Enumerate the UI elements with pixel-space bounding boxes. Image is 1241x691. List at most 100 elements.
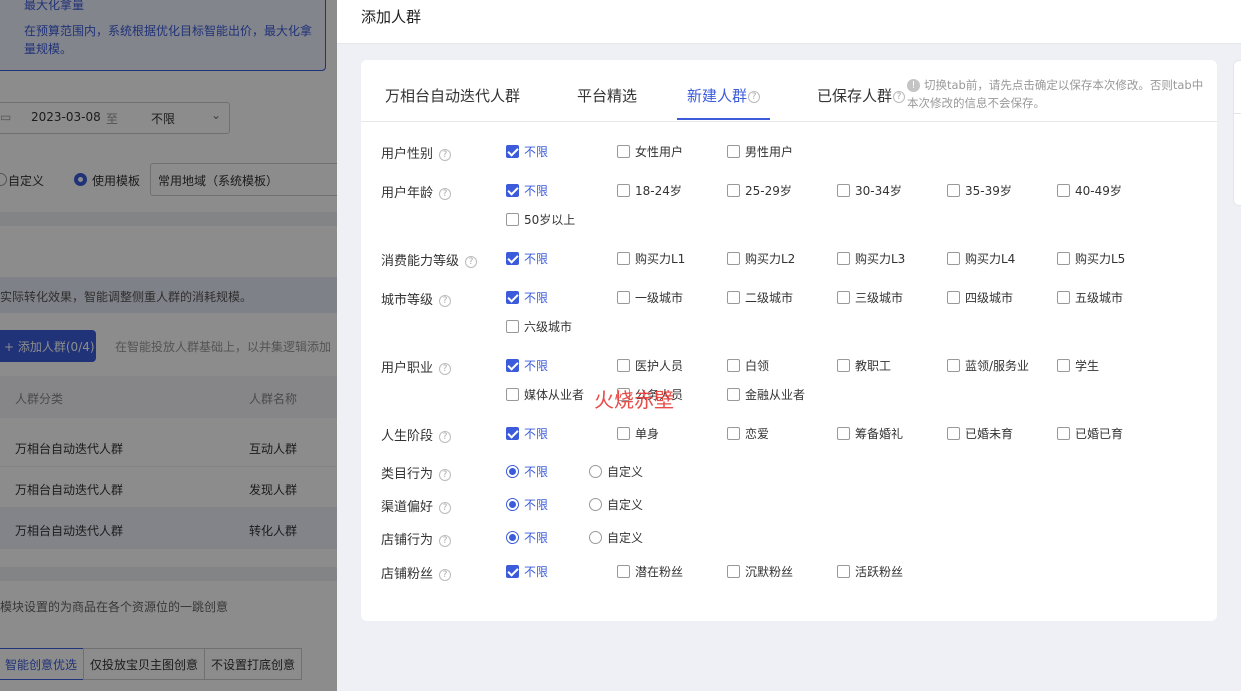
radio-input[interactable] xyxy=(506,531,519,544)
tab-new-crowd[interactable]: 新建人群? xyxy=(677,85,771,120)
checkbox-input[interactable] xyxy=(1057,252,1070,265)
checkbox-input[interactable] xyxy=(727,427,740,440)
checkbox-input[interactable] xyxy=(947,184,960,197)
checkbox-option[interactable]: 蓝领/服务业 xyxy=(947,359,1029,373)
checkbox-option[interactable]: 一级城市 xyxy=(617,291,683,305)
checkbox-input[interactable] xyxy=(837,291,850,304)
checkbox-input[interactable] xyxy=(617,145,630,158)
tab-saved-crowd[interactable]: 已保存人群? xyxy=(817,85,906,120)
checkbox-input[interactable] xyxy=(837,565,850,578)
radio-option[interactable]: 不限 xyxy=(506,531,548,545)
checkbox-input[interactable] xyxy=(727,184,740,197)
checkbox-input[interactable] xyxy=(617,184,630,197)
help-icon[interactable]: ? xyxy=(439,468,452,481)
checkbox-option[interactable]: 不限 xyxy=(506,252,548,266)
checkbox-option[interactable]: 不限 xyxy=(506,565,548,579)
checkbox-option[interactable]: 不限 xyxy=(506,145,548,159)
checkbox-option[interactable]: 五级城市 xyxy=(1057,291,1123,305)
help-icon[interactable]: ? xyxy=(893,91,906,103)
checkbox-input[interactable] xyxy=(1057,291,1070,304)
help-icon[interactable]: ? xyxy=(439,430,452,443)
checkbox-input[interactable] xyxy=(506,388,519,401)
checkbox-input[interactable] xyxy=(506,184,519,197)
checkbox-input[interactable] xyxy=(506,291,519,304)
checkbox-option[interactable]: 活跃粉丝 xyxy=(837,565,903,579)
checkbox-input[interactable] xyxy=(617,291,630,304)
checkbox-option[interactable]: 购买力L5 xyxy=(1057,252,1125,266)
checkbox-option[interactable]: 三级城市 xyxy=(837,291,903,305)
checkbox-option[interactable]: 50岁以上 xyxy=(506,213,575,227)
checkbox-option[interactable]: 不限 xyxy=(506,184,548,198)
radio-input[interactable] xyxy=(589,498,602,511)
checkbox-option[interactable]: 六级城市 xyxy=(506,320,572,334)
radio-input[interactable] xyxy=(506,465,519,478)
checkbox-input[interactable] xyxy=(947,252,960,265)
checkbox-option[interactable]: 不限 xyxy=(506,359,548,373)
checkbox-input[interactable] xyxy=(837,184,850,197)
radio-input[interactable] xyxy=(589,531,602,544)
radio-option[interactable]: 自定义 xyxy=(589,465,643,479)
checkbox-option[interactable]: 购买力L3 xyxy=(837,252,905,266)
checkbox-option[interactable]: 已婚已育 xyxy=(1057,427,1123,441)
checkbox-option[interactable]: 40-49岁 xyxy=(1057,184,1122,198)
help-icon[interactable]: ? xyxy=(439,501,452,514)
checkbox-option[interactable]: 男性用户 xyxy=(727,145,793,159)
help-icon[interactable]: ? xyxy=(748,91,761,103)
checkbox-option[interactable]: 筹备婚礼 xyxy=(837,427,903,441)
checkbox-option[interactable]: 25-29岁 xyxy=(727,184,792,198)
checkbox-option[interactable]: 30-34岁 xyxy=(837,184,902,198)
checkbox-option[interactable]: 潜在粉丝 xyxy=(617,565,683,579)
checkbox-input[interactable] xyxy=(617,252,630,265)
help-icon[interactable]: ? xyxy=(465,255,478,268)
tab-platform-picks[interactable]: 平台精选 xyxy=(577,85,637,120)
help-icon[interactable]: ? xyxy=(439,568,452,581)
checkbox-input[interactable] xyxy=(727,252,740,265)
checkbox-input[interactable] xyxy=(617,427,630,440)
checkbox-option[interactable]: 不限 xyxy=(506,427,548,441)
checkbox-option[interactable]: 35-39岁 xyxy=(947,184,1012,198)
checkbox-input[interactable] xyxy=(506,565,519,578)
checkbox-option[interactable]: 单身 xyxy=(617,427,659,441)
checkbox-input[interactable] xyxy=(837,252,850,265)
checkbox-input[interactable] xyxy=(837,427,850,440)
checkbox-option[interactable]: 女性用户 xyxy=(617,145,683,159)
modal-mask[interactable] xyxy=(0,0,337,691)
checkbox-option[interactable]: 学生 xyxy=(1057,359,1099,373)
checkbox-input[interactable] xyxy=(947,427,960,440)
checkbox-input[interactable] xyxy=(1057,184,1070,197)
checkbox-input[interactable] xyxy=(617,565,630,578)
help-icon[interactable]: ? xyxy=(439,148,452,161)
checkbox-option[interactable]: 金融从业者 xyxy=(727,388,805,402)
checkbox-input[interactable] xyxy=(506,359,519,372)
checkbox-input[interactable] xyxy=(727,145,740,158)
checkbox-option[interactable]: 二级城市 xyxy=(727,291,793,305)
checkbox-option[interactable]: 不限 xyxy=(506,291,548,305)
radio-option[interactable]: 不限 xyxy=(506,498,548,512)
checkbox-option[interactable]: 媒体从业者 xyxy=(506,388,584,402)
checkbox-option[interactable]: 沉默粉丝 xyxy=(727,565,793,579)
checkbox-input[interactable] xyxy=(506,427,519,440)
help-icon[interactable]: ? xyxy=(439,362,452,375)
checkbox-option[interactable]: 医护人员 xyxy=(617,359,683,373)
checkbox-option[interactable]: 已婚未育 xyxy=(947,427,1013,441)
help-icon[interactable]: ? xyxy=(439,534,452,547)
checkbox-option[interactable]: 购买力L2 xyxy=(727,252,795,266)
checkbox-input[interactable] xyxy=(727,291,740,304)
checkbox-input[interactable] xyxy=(947,291,960,304)
checkbox-input[interactable] xyxy=(727,388,740,401)
radio-option[interactable]: 自定义 xyxy=(589,498,643,512)
checkbox-input[interactable] xyxy=(727,359,740,372)
checkbox-input[interactable] xyxy=(1057,359,1070,372)
checkbox-input[interactable] xyxy=(506,320,519,333)
checkbox-option[interactable]: 教职工 xyxy=(837,359,891,373)
checkbox-option[interactable]: 购买力L4 xyxy=(947,252,1015,266)
checkbox-input[interactable] xyxy=(506,213,519,226)
checkbox-input[interactable] xyxy=(506,145,519,158)
checkbox-input[interactable] xyxy=(727,565,740,578)
radio-input[interactable] xyxy=(589,465,602,478)
checkbox-input[interactable] xyxy=(617,359,630,372)
checkbox-input[interactable] xyxy=(947,359,960,372)
checkbox-option[interactable]: 四级城市 xyxy=(947,291,1013,305)
tab-auto-iterate[interactable]: 万相台自动迭代人群 xyxy=(385,85,520,120)
radio-input[interactable] xyxy=(506,498,519,511)
